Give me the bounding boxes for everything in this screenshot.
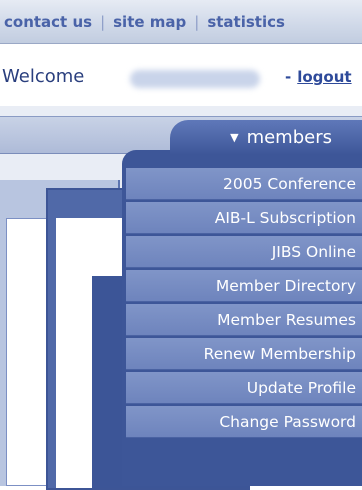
redacted-username <box>130 70 260 88</box>
logout-label[interactable]: logout <box>297 68 351 86</box>
menu-item-2005-conference[interactable]: 2005 Conference <box>126 168 362 200</box>
contact-us-link[interactable]: contact us <box>4 13 92 31</box>
members-dropdown-menu: 2005 Conference AIB-L Subscription JIBS … <box>122 150 362 486</box>
menu-item-renew-membership[interactable]: Renew Membership <box>126 338 362 370</box>
menu-item-change-password[interactable]: Change Password <box>126 406 362 438</box>
menu-item-member-resumes[interactable]: Member Resumes <box>126 304 362 336</box>
triangle-down-icon: ▼ <box>230 130 239 144</box>
top-nav-bar: contact us | site map | statistics <box>0 0 362 44</box>
members-tab[interactable]: ▼ members <box>170 120 362 154</box>
statistics-link[interactable]: statistics <box>207 13 285 31</box>
welcome-bar: Welcome - logout <box>0 44 362 106</box>
site-map-link[interactable]: site map <box>113 13 186 31</box>
menu-item-update-profile[interactable]: Update Profile <box>126 372 362 404</box>
menu-item-aib-l-subscription[interactable]: AIB-L Subscription <box>126 202 362 234</box>
logout-link[interactable]: - logout <box>285 68 352 86</box>
menu-item-jibs-online[interactable]: JIBS Online <box>126 236 362 268</box>
nav-separator: | <box>100 12 106 31</box>
logout-dash: - <box>285 68 292 86</box>
members-tab-label: members <box>246 126 332 148</box>
nav-separator: | <box>194 12 200 31</box>
welcome-text: Welcome <box>2 66 85 87</box>
menu-item-member-directory[interactable]: Member Directory <box>126 270 362 302</box>
